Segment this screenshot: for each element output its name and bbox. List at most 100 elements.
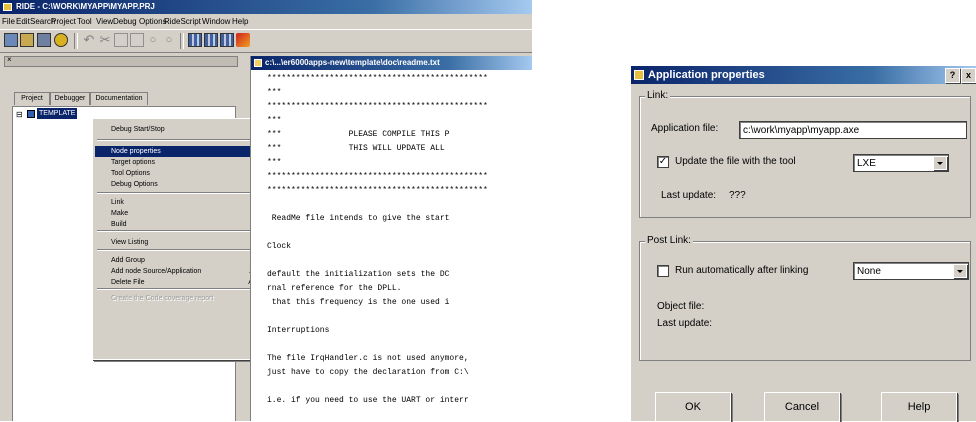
post-link-group-legend: Post Link: [645, 235, 693, 247]
help-icon[interactable]: ? [945, 68, 960, 83]
editor-line: default the initialization sets the DC [267, 270, 450, 279]
app-icon [634, 70, 644, 80]
help-button[interactable]: Help [881, 392, 957, 422]
context-menu-label: Delete File [111, 279, 145, 286]
tab-label: Debugger [54, 95, 86, 102]
ide-toolbar: ↶ ✂ ○ ○ [0, 29, 532, 53]
menu-view[interactable]: View [96, 15, 113, 28]
menu-project[interactable]: Project [51, 15, 76, 28]
help-glyph: ? [949, 70, 956, 80]
close-glyph: x [965, 70, 971, 80]
close-icon[interactable]: × [7, 55, 12, 64]
expand-icon[interactable]: ⊟ [16, 110, 23, 119]
menu-ridescript[interactable]: RideScript [164, 15, 201, 28]
context-menu-label: View Listing [111, 239, 149, 246]
editor-line: *** [267, 88, 282, 97]
editor-line: just have to copy the declaration from C… [267, 368, 469, 377]
editor-line: *** [267, 158, 282, 167]
post-link-select-value: None [857, 266, 881, 277]
application-properties-dialog: Application properties ? x Link: Applica… [630, 66, 976, 422]
editor-line: Interruptions [267, 326, 330, 335]
undo-icon[interactable]: ↶ [82, 33, 96, 47]
menu-file[interactable]: File [2, 15, 15, 28]
copy-icon[interactable] [114, 33, 128, 47]
tab-label: Documentation [95, 95, 143, 102]
find-next-icon[interactable]: ○ [162, 33, 176, 47]
new-project-icon[interactable] [4, 33, 18, 47]
tool-select-value: LXE [857, 158, 876, 169]
update-file-label: Update the file with the tool [675, 156, 796, 167]
open-project-icon[interactable] [20, 33, 34, 47]
context-menu-label: Build [111, 221, 127, 228]
app-icon [3, 3, 12, 11]
run-icon[interactable] [54, 33, 68, 47]
ide-title-text: RIDE - C:\WORK\MYAPP\MYAPP.PRJ [16, 2, 155, 11]
toolbar-separator [74, 33, 78, 49]
run-automatically-checkbox[interactable] [657, 265, 669, 277]
menu-options[interactable]: Options [139, 15, 167, 28]
cancel-button[interactable]: Cancel [764, 392, 840, 422]
editor-line: ****************************************… [267, 186, 488, 195]
editor-text[interactable]: ****************************************… [251, 72, 532, 421]
editor-line: *** PLEASE COMPILE THIS P [267, 130, 450, 139]
update-file-checkbox[interactable]: ✓ [657, 156, 669, 168]
ide-window: RIDE - C:\WORK\MYAPP\MYAPP.PRJ File Edit S… [0, 0, 532, 421]
object-file-label: Object file: [657, 301, 705, 312]
tab-project[interactable]: Project [14, 92, 50, 105]
context-menu-label: Add node Source/Application [111, 268, 202, 275]
build-icon[interactable] [188, 33, 202, 47]
editor-title-text: c:\...\er6000apps-new\template\doc\readm… [265, 58, 440, 67]
context-menu-label: Tool Options [111, 170, 150, 177]
close-icon[interactable]: x [961, 68, 976, 83]
last-update-value: ??? [729, 190, 746, 201]
ok-label: OK [685, 401, 701, 413]
make-icon[interactable] [204, 33, 218, 47]
tab-debugger[interactable]: Debugger [50, 92, 90, 105]
menu-tool[interactable]: Tool [77, 15, 92, 28]
post-last-update-label: Last update: [657, 318, 713, 329]
find-icon[interactable]: ○ [146, 33, 160, 47]
help-label: Help [907, 401, 931, 413]
tool-select[interactable]: LXE [853, 154, 949, 172]
editor-line: ****************************************… [267, 102, 488, 111]
menu-help[interactable]: Help [232, 15, 248, 28]
link-group-legend: Link: [645, 90, 671, 102]
paste-icon[interactable] [130, 33, 144, 47]
tab-documentation[interactable]: Documentation [90, 92, 148, 105]
editor-line: The file IrqHandler.c is not used anymor… [267, 354, 469, 363]
tree-item-template[interactable]: TEMPLATE [37, 108, 78, 119]
ide-menubar: File Edit Search Project Tool View Debug Option… [0, 15, 532, 28]
menu-debug[interactable]: Debug [113, 15, 137, 28]
chevron-down-icon[interactable] [953, 264, 967, 278]
link-icon[interactable] [220, 33, 234, 47]
application-file-input[interactable]: c:\work\myapp\myapp.axe [739, 121, 967, 139]
context-menu-label: Make [111, 210, 129, 217]
save-icon[interactable] [37, 33, 51, 47]
post-link-select[interactable]: None [853, 262, 969, 280]
menu-edit[interactable]: Edit [16, 15, 30, 28]
menu-window[interactable]: Window [202, 15, 230, 28]
context-menu-label: Create the Code coverage report [111, 295, 214, 302]
cut-icon[interactable]: ✂ [98, 33, 112, 47]
tab-label: Project [21, 95, 43, 102]
project-node-icon [27, 110, 35, 118]
application-file-label: Application file: [651, 123, 719, 134]
toolbar-separator [180, 33, 184, 49]
context-menu-label: Node properties [111, 148, 161, 155]
chevron-down-icon[interactable] [933, 156, 947, 170]
editor-window: c:\...\er6000apps-new\template\doc\readm… [250, 56, 532, 421]
run-automatically-label: Run automatically after linking [675, 265, 809, 276]
context-menu-label: Debug Options [111, 181, 158, 188]
context-menu-label: Link [111, 199, 124, 206]
dialog-title-text: Application properties [648, 69, 765, 81]
dialog-titlebar[interactable]: Application properties ? x [631, 66, 976, 84]
debug-icon[interactable] [236, 33, 250, 47]
editor-line: rnal reference for the DPLL. [267, 284, 402, 293]
editor-line: ****************************************… [267, 172, 488, 181]
editor-line: ****************************************… [267, 74, 488, 83]
panel-handle[interactable]: × [4, 55, 238, 67]
ok-button[interactable]: OK [655, 392, 731, 422]
context-menu-label: Debug Start/Stop [111, 126, 165, 133]
editor-titlebar[interactable]: c:\...\er6000apps-new\template\doc\readm… [251, 56, 532, 70]
ide-titlebar[interactable]: RIDE - C:\WORK\MYAPP\MYAPP.PRJ [0, 0, 532, 14]
